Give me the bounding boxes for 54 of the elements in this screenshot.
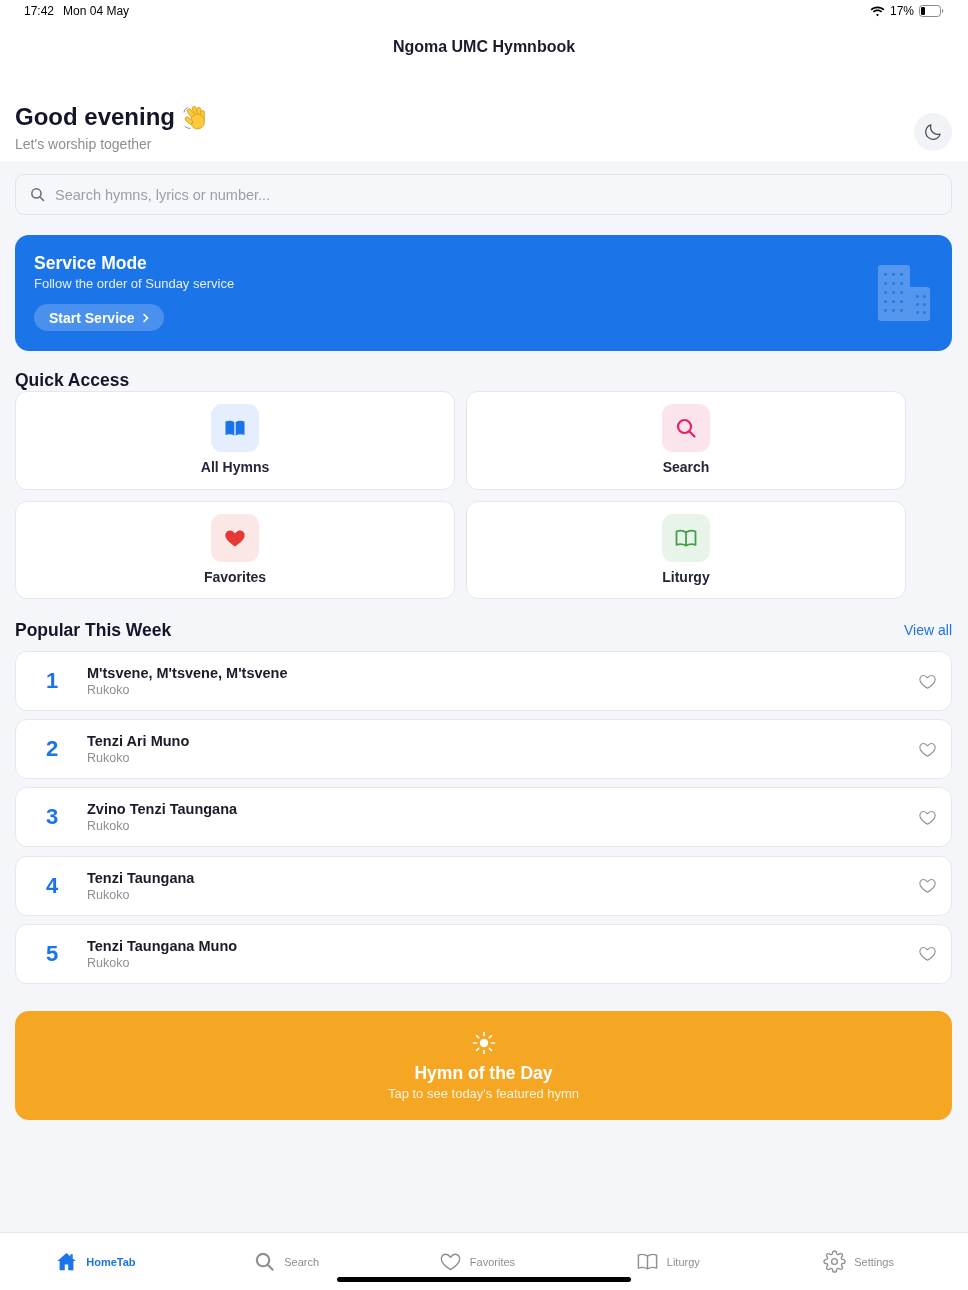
hymn-title: Zvino Tenzi Taungana <box>87 800 238 819</box>
hymn-number: 2 <box>44 736 60 763</box>
settings-icon <box>823 1250 847 1273</box>
sun-icon <box>471 1030 496 1055</box>
hymn-list-item[interactable]: 5 Tenzi Taungana Muno Rukoko <box>15 923 952 984</box>
quick-access-card[interactable]: Liturgy <box>466 501 906 599</box>
hymn-title: Tenzi Taungana <box>87 868 195 887</box>
hymn-subtitle: Rukoko <box>87 750 131 767</box>
service-mode-subtitle: Follow the order of Sunday service <box>34 275 235 293</box>
hymn-subtitle: Rukoko <box>87 886 131 903</box>
hymn-of-the-day-subtitle: Tap to see today's featured hymn <box>387 1085 580 1102</box>
hymn-list-item[interactable]: 3 Zvino Tenzi Taungana Rukoko <box>15 787 952 848</box>
quick-access-card[interactable]: Favorites <box>15 501 455 599</box>
app-title: Ngoma UMC Hymnbook <box>392 38 576 56</box>
status-date: Mon 04 May <box>63 4 130 18</box>
view-all-link[interactable]: View all <box>904 622 952 638</box>
search-icon <box>29 186 46 203</box>
hymn-number: 4 <box>44 872 60 899</box>
hymn-title: M'tsvene, M'tsvene, M'tsvene <box>87 664 288 682</box>
hymn-number: 5 <box>44 940 60 967</box>
quick-access-card[interactable]: All Hymns <box>15 391 455 490</box>
battery-percentage: 17% <box>889 4 914 18</box>
heart-icon[interactable] <box>918 876 937 896</box>
moon-icon <box>923 121 943 142</box>
tab-bar-item[interactable]: HomeTab <box>0 1233 191 1290</box>
section-heading: Quick Access <box>15 369 131 391</box>
open-book-icon <box>662 514 710 562</box>
hymn-title: Tenzi Taungana Muno <box>87 936 238 955</box>
section-heading: Popular This Week <box>15 619 172 641</box>
hymn-list-item[interactable]: 1 M'tsvene, M'tsvene, M'tsvene Rukoko <box>15 651 952 711</box>
hymn-number: 3 <box>44 804 60 831</box>
chevron-icon <box>140 312 150 323</box>
book-icon <box>211 404 259 452</box>
dark-mode-button[interactable] <box>914 112 952 151</box>
heart-icon[interactable] <box>918 944 937 964</box>
hymn-title: Tenzi Ari Muno <box>87 732 190 751</box>
greeting-subtitle: Let's worship together <box>15 135 153 153</box>
hymn-list-item[interactable]: 2 Tenzi Ari Muno Rukoko <box>15 719 952 780</box>
service-mode-title: Service Mode <box>34 252 147 274</box>
battery-icon <box>919 5 944 17</box>
search-icon <box>253 1250 277 1273</box>
quick-access-card[interactable]: Search <box>466 391 906 490</box>
hymn-subtitle: Rukoko <box>87 682 131 698</box>
building-icon <box>878 264 930 321</box>
search-field[interactable]: Search hymns, lyrics or number... <box>15 174 952 215</box>
hymn-of-the-day-title: Hymn of the Day <box>414 1061 553 1084</box>
greeting-title: Good evening <box>15 102 175 132</box>
hymn-subtitle: Rukoko <box>87 954 131 971</box>
wifi-icon <box>869 5 885 17</box>
status-time: 17:42 <box>24 4 55 18</box>
hymn-subtitle: Rukoko <box>87 818 131 835</box>
hymn-number: 1 <box>44 668 60 694</box>
search-icon <box>662 404 710 452</box>
hymn-list-item[interactable]: 4 Tenzi Taungana Rukoko <box>15 855 952 916</box>
